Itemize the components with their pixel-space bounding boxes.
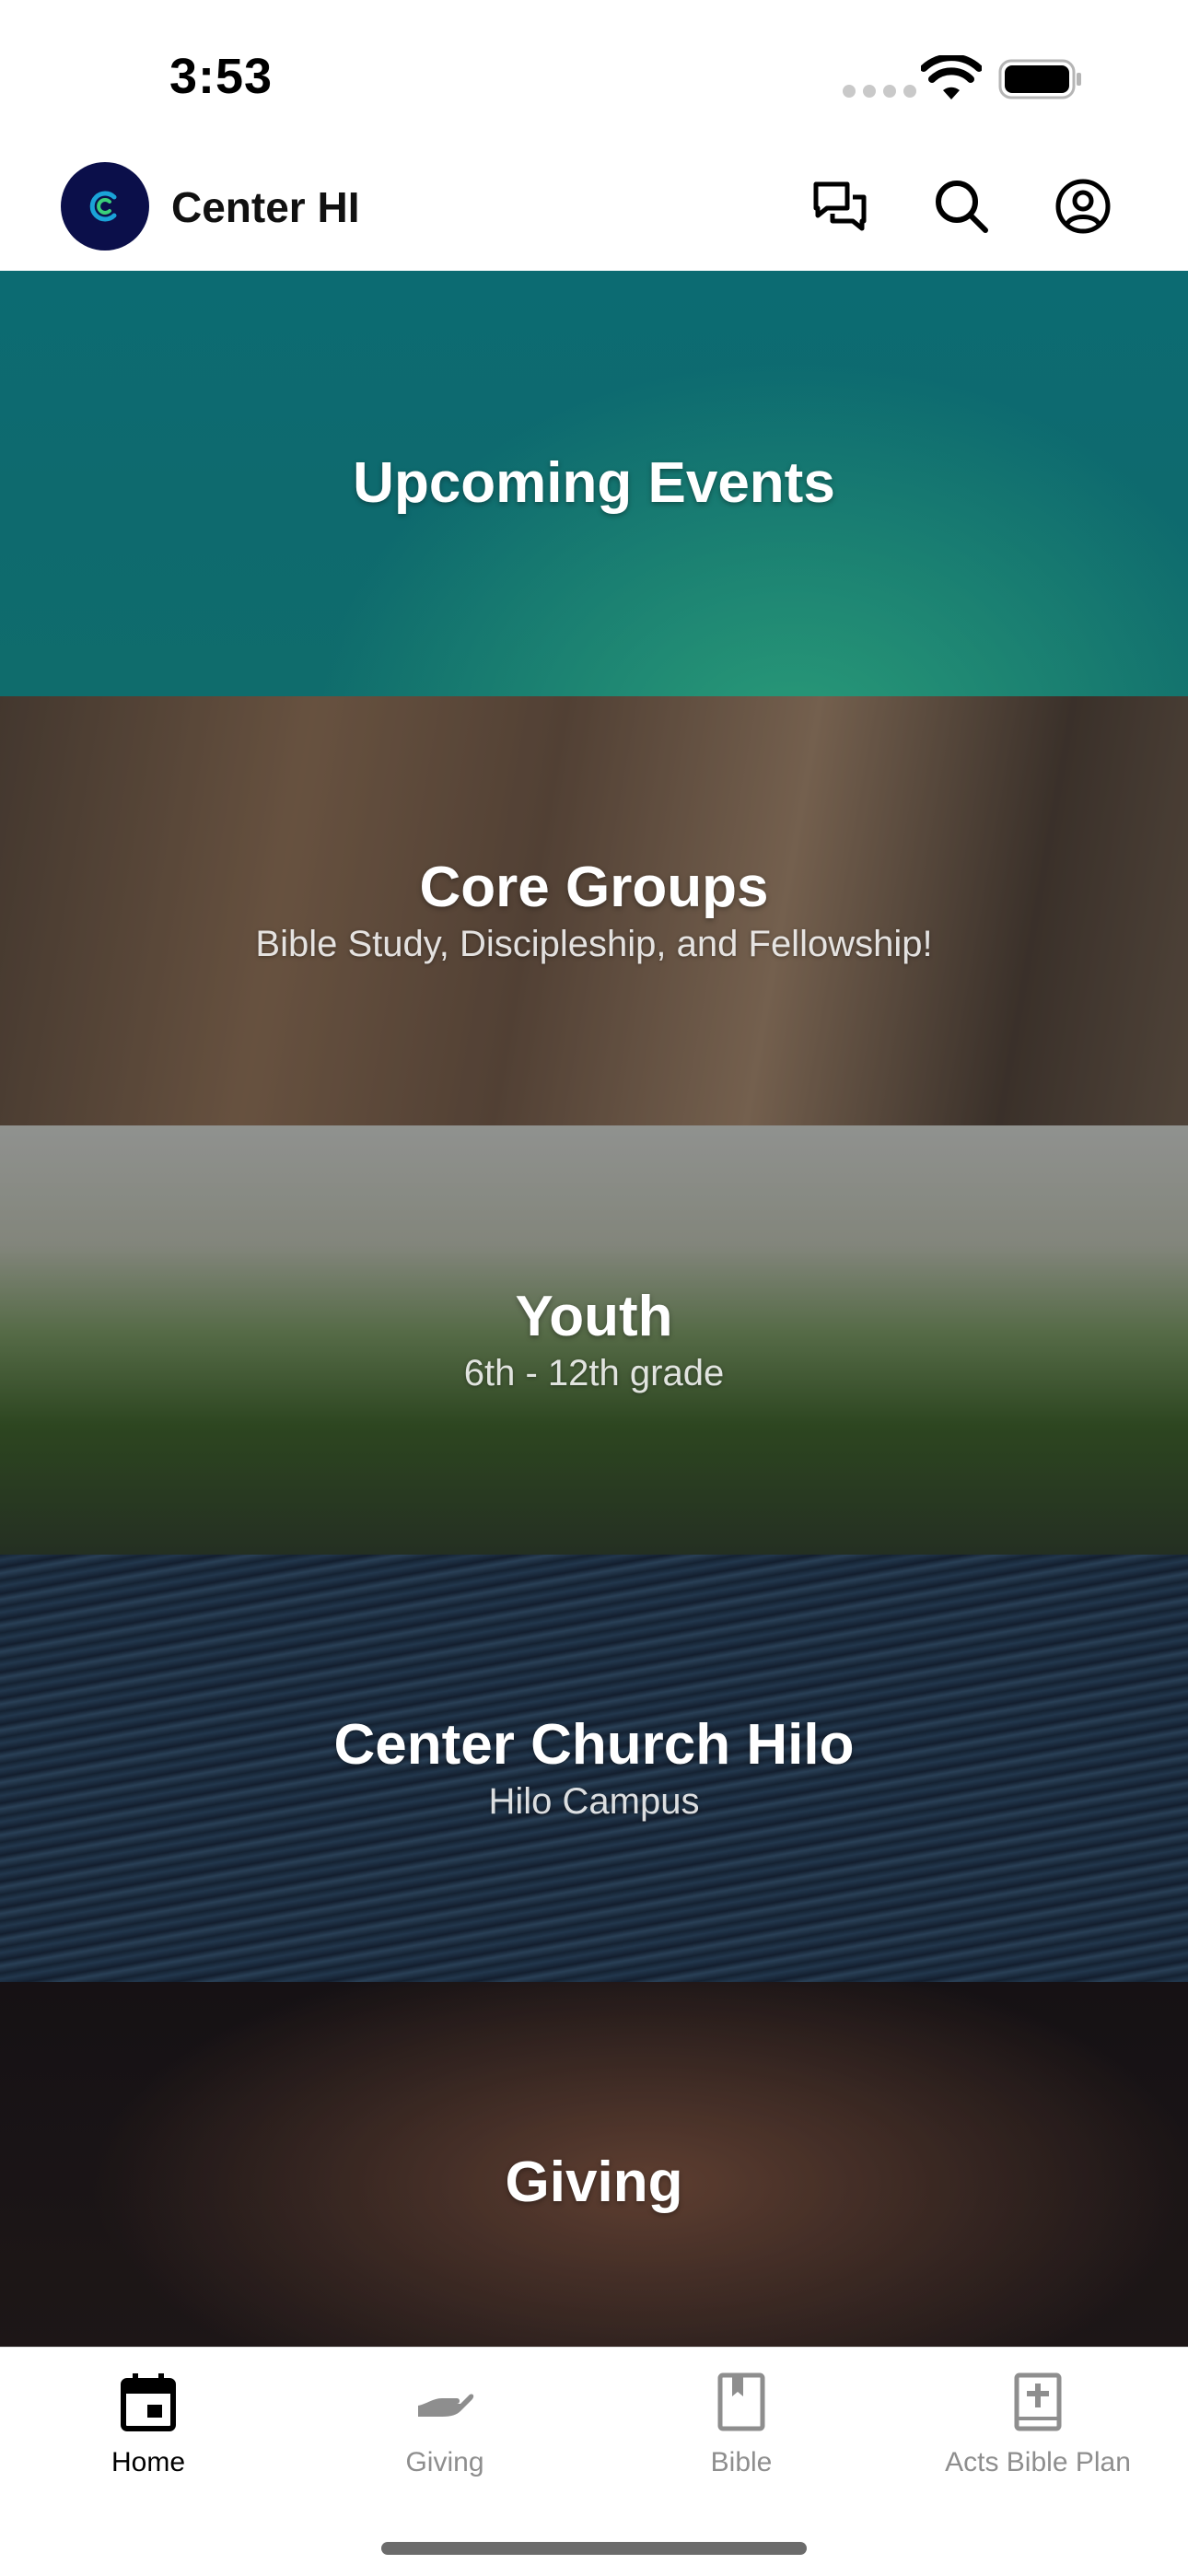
calendar-icon: [116, 2370, 181, 2434]
profile-button[interactable]: [1052, 175, 1114, 238]
tile-upcoming-events[interactable]: Upcoming Events: [0, 271, 1188, 696]
app-header: Center HI: [0, 157, 1188, 271]
tab-home[interactable]: Home: [0, 2370, 297, 2478]
user-account-icon: [1055, 179, 1111, 234]
tile-title: Core Groups: [419, 856, 769, 920]
home-indicator[interactable]: [381, 2542, 807, 2555]
bible-plan-icon: [1006, 2370, 1070, 2434]
tab-label: Bible: [710, 2447, 773, 2477]
tile-title: Youth: [515, 1285, 673, 1349]
tile-youth[interactable]: Youth 6th - 12th grade: [0, 1125, 1188, 1555]
tile-title: Upcoming Events: [353, 451, 835, 516]
tile-core-groups[interactable]: Core Groups Bible Study, Discipleship, a…: [0, 696, 1188, 1125]
tab-bible[interactable]: Bible: [593, 2370, 890, 2478]
bible-book-icon: [709, 2370, 774, 2434]
chat-bubbles-icon: [813, 181, 867, 231]
status-bar: 3:53: [0, 0, 1188, 157]
search-icon: [936, 181, 988, 233]
wifi-icon: [921, 55, 982, 99]
cellular-signal-icon: [843, 85, 916, 98]
tab-giving[interactable]: Giving: [297, 2370, 593, 2478]
tile-center-church-hilo[interactable]: Center Church Hilo Hilo Campus: [0, 1555, 1188, 1982]
tile-giving[interactable]: Giving: [0, 1982, 1188, 2347]
messages-button[interactable]: [809, 175, 871, 238]
tab-label: Giving: [405, 2447, 484, 2477]
search-button[interactable]: [930, 175, 993, 238]
giving-hand-icon: [413, 2370, 477, 2434]
logo-c-icon: [89, 191, 117, 222]
tile-subtitle: 6th - 12th grade: [463, 1352, 725, 1393]
tile-subtitle: Hilo Campus: [488, 1780, 700, 1822]
tile-subtitle: Bible Study, Discipleship, and Fellowshi…: [255, 923, 933, 964]
app-logo[interactable]: [61, 162, 149, 251]
app-title: Center HI: [171, 183, 360, 231]
tab-label: Acts Bible Plan: [945, 2447, 1131, 2477]
tab-label: Home: [111, 2447, 186, 2477]
tab-acts-bible-plan[interactable]: Acts Bible Plan: [890, 2370, 1186, 2478]
battery-icon: [998, 59, 1081, 99]
tile-title: Center Church Hilo: [333, 1713, 855, 1778]
status-time: 3:53: [169, 49, 274, 104]
tile-title: Giving: [505, 2151, 683, 2215]
